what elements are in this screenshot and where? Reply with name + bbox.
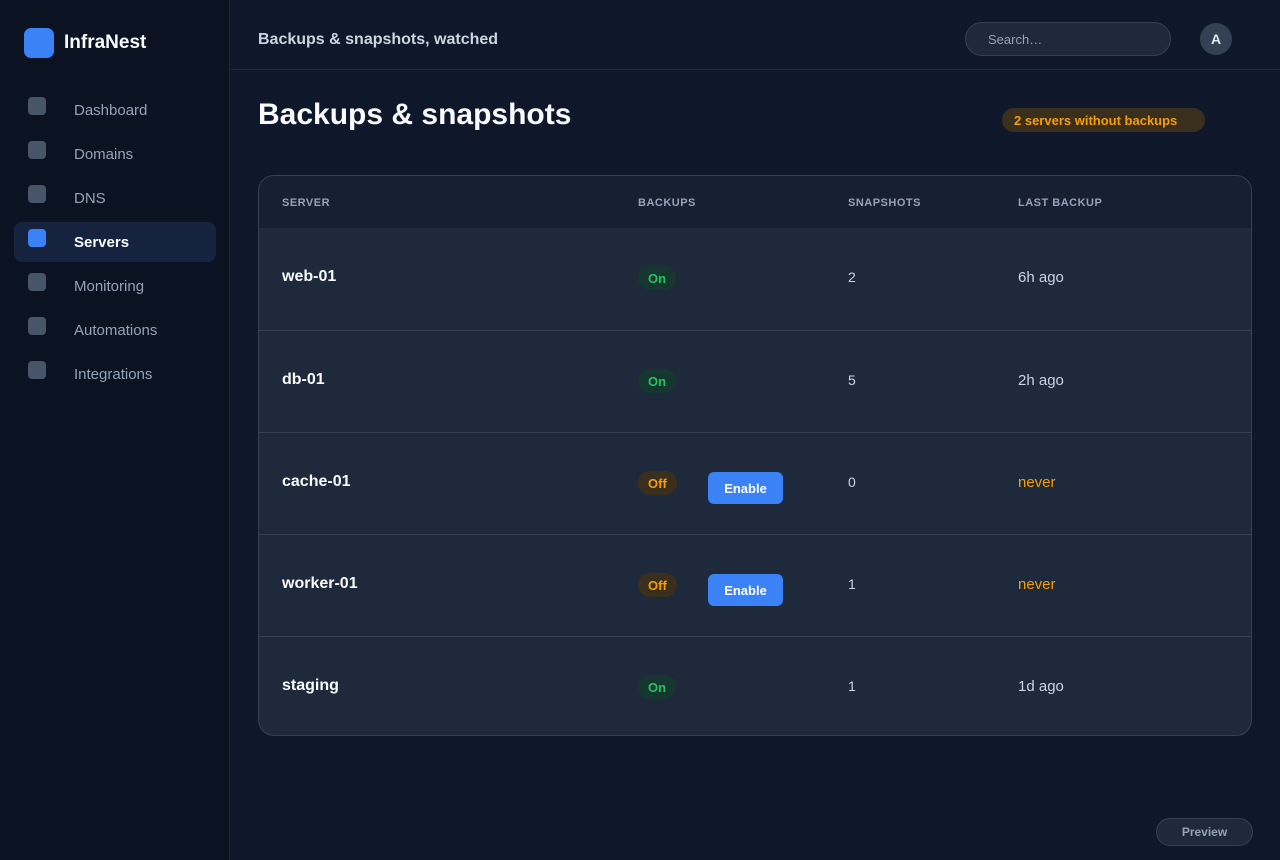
last-backup: 2h ago xyxy=(1018,372,1064,389)
backups-status-badge: Off xyxy=(638,573,677,597)
snapshot-count: 2 xyxy=(848,269,856,285)
sidebar-item-label: Dashboard xyxy=(74,101,148,119)
preview-button[interactable]: Preview xyxy=(1156,818,1253,846)
automations-icon xyxy=(28,317,46,335)
logo-icon xyxy=(24,28,54,58)
sidebar-nav: Dashboard Domains DNS Servers Monitoring… xyxy=(14,90,216,398)
column-header-server: SERVER xyxy=(282,197,331,209)
monitoring-icon xyxy=(28,273,46,291)
server-name: db-01 xyxy=(282,371,325,388)
sidebar-item-domains[interactable]: Domains xyxy=(14,134,216,174)
topbar-title: Backups & snapshots, watched xyxy=(258,31,499,48)
sidebar-item-dashboard[interactable]: Dashboard xyxy=(14,90,216,130)
brand-name: InfraNest xyxy=(64,32,147,53)
sidebar-item-label: DNS xyxy=(74,189,106,207)
sidebar-item-integrations[interactable]: Integrations xyxy=(14,354,216,394)
sidebar-item-automations[interactable]: Automations xyxy=(14,310,216,350)
dns-icon xyxy=(28,185,46,203)
backups-table: SERVER BACKUPS SNAPSHOTS LAST BACKUP web… xyxy=(258,175,1252,736)
snapshot-count: 5 xyxy=(848,372,856,388)
page-title: Backups & snapshots xyxy=(258,98,572,131)
table-header: SERVER BACKUPS SNAPSHOTS LAST BACKUP xyxy=(259,176,1251,228)
column-header-backups: BACKUPS xyxy=(638,197,696,209)
sidebar-item-label: Integrations xyxy=(74,365,153,383)
server-name: web-01 xyxy=(282,268,337,285)
last-backup: 1d ago xyxy=(1018,678,1064,695)
sidebar-item-label: Domains xyxy=(74,145,134,163)
sidebar-item-dns[interactable]: DNS xyxy=(14,178,216,218)
enable-backups-button[interactable]: Enable xyxy=(708,472,783,504)
table-row: cache-01 Off Enable 0 never xyxy=(259,432,1251,534)
table-row: web-01 On 2 6h ago xyxy=(259,228,1251,330)
backups-status-badge: On xyxy=(638,369,677,393)
top-bar: Backups & snapshots, watched A xyxy=(231,0,1280,70)
brand[interactable]: InfraNest xyxy=(24,28,146,58)
app-root: InfraNest Dashboard Domains DNS Servers … xyxy=(0,0,1280,860)
column-header-snapshots: SNAPSHOTS xyxy=(848,197,921,209)
server-name: worker-01 xyxy=(282,575,358,592)
sidebar: InfraNest Dashboard Domains DNS Servers … xyxy=(0,0,230,860)
backups-status-badge: On xyxy=(638,266,677,290)
backups-status-badge: On xyxy=(638,675,677,699)
sidebar-item-servers[interactable]: Servers xyxy=(14,222,216,262)
server-name: staging xyxy=(282,677,339,694)
table-row: db-01 On 5 2h ago xyxy=(259,330,1251,432)
sidebar-item-label: Automations xyxy=(74,321,158,339)
integrations-icon xyxy=(28,361,46,379)
column-header-last-backup: LAST BACKUP xyxy=(1018,197,1103,209)
last-backup: never xyxy=(1018,576,1056,593)
server-name: cache-01 xyxy=(282,473,351,490)
sidebar-item-monitoring[interactable]: Monitoring xyxy=(14,266,216,306)
snapshot-count: 0 xyxy=(848,474,856,490)
servers-icon xyxy=(28,229,46,247)
warning-badge: 2 servers without backups xyxy=(1002,108,1205,132)
snapshot-count: 1 xyxy=(848,576,856,592)
sidebar-item-label: Servers xyxy=(74,233,130,251)
avatar[interactable]: A xyxy=(1200,23,1232,55)
search-input[interactable] xyxy=(965,22,1171,56)
backups-status-badge: Off xyxy=(638,471,677,495)
last-backup: 6h ago xyxy=(1018,269,1064,286)
sidebar-item-label: Monitoring xyxy=(74,277,145,295)
table-row: staging On 1 1d ago xyxy=(259,636,1251,735)
domains-icon xyxy=(28,141,46,159)
last-backup: never xyxy=(1018,474,1056,491)
snapshot-count: 1 xyxy=(848,678,856,694)
enable-backups-button[interactable]: Enable xyxy=(708,574,783,606)
table-body: web-01 On 2 6h ago db-01 On 5 2h ago cac… xyxy=(259,228,1251,735)
table-row: worker-01 Off Enable 1 never xyxy=(259,534,1251,636)
dashboard-icon xyxy=(28,97,46,115)
